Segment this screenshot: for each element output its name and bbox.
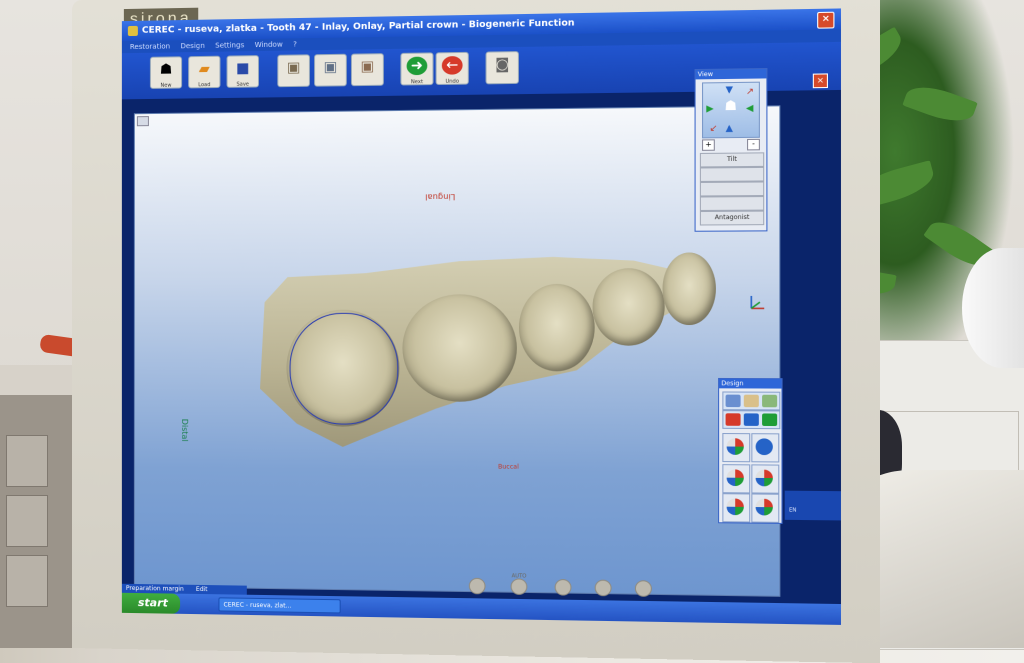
axis-gizmo-icon: [747, 294, 766, 313]
tool-icon[interactable]: [726, 395, 741, 408]
tooth-45: [519, 284, 595, 372]
design-panel: Design: [718, 378, 782, 524]
model-icon: ▣: [283, 58, 303, 77]
tooth-icon: ☗: [156, 60, 176, 78]
tooth-46: [402, 294, 516, 402]
arrow-up-icon[interactable]: ▲: [726, 125, 733, 134]
tool-icon[interactable]: [762, 413, 777, 426]
design-tools-row-2: [722, 410, 780, 429]
monitor-control-buttons: AUTO: [458, 571, 733, 606]
window-title: CEREC - ruseva, zlatka - Tooth 47 - Inla…: [142, 18, 575, 36]
start-button[interactable]: start: [122, 593, 180, 614]
menu-help[interactable]: ?: [293, 40, 297, 48]
load-button[interactable]: ▰ Load: [188, 56, 220, 89]
design-panel-title: Design: [719, 379, 781, 389]
floppy-icon: ■: [233, 59, 253, 77]
undo-button[interactable]: ← Undo: [436, 52, 469, 85]
preparation-margin-line[interactable]: [290, 313, 399, 425]
folder-icon: ▰: [194, 60, 214, 78]
monitor-button[interactable]: [555, 579, 572, 596]
tooth-43: [663, 252, 716, 325]
arrow-left-icon[interactable]: ◀: [746, 105, 753, 114]
tooth-icon: ☗: [724, 102, 737, 111]
tool-icon[interactable]: [744, 395, 759, 408]
model-icon: ▣: [320, 58, 340, 77]
scan-button[interactable]: ◙: [486, 51, 519, 84]
arrow-right-icon[interactable]: ▶: [706, 105, 713, 114]
arrow-diagonal-icon[interactable]: ↗: [746, 88, 754, 97]
next-button[interactable]: ➜ Next: [400, 52, 433, 85]
tilt-button[interactable]: Tilt: [700, 152, 764, 167]
position-tool-button[interactable]: [751, 493, 779, 522]
menu-restoration[interactable]: Restoration: [130, 42, 170, 51]
zoom-in-button[interactable]: +: [702, 139, 715, 151]
drawer: [6, 555, 48, 607]
model-button-2[interactable]: ▣: [314, 54, 347, 87]
edit-label[interactable]: Edit: [196, 586, 208, 593]
camera-icon: ◙: [492, 55, 513, 74]
monitor-button[interactable]: [595, 580, 612, 597]
lingual-label: Lingual: [425, 192, 455, 201]
new-button[interactable]: ☗ New: [150, 56, 182, 89]
menu-design[interactable]: Design: [180, 42, 204, 50]
drawer: [6, 495, 48, 547]
rotate-ring-icon: [727, 498, 744, 515]
save-button[interactable]: ■ Save: [227, 55, 259, 88]
tool-icon[interactable]: [762, 395, 777, 408]
monitor: sirona CEREC - ruseva, zlatka - Tooth 47…: [72, 0, 880, 663]
arrow-diagonal-icon[interactable]: ↙: [709, 125, 717, 134]
menu-window[interactable]: Window: [255, 41, 283, 50]
taskbar-item-cerec[interactable]: CEREC - ruseva, zlat...: [218, 597, 340, 613]
distal-label: Distal: [180, 419, 189, 442]
view-orientation-widget[interactable]: ▼ ↗ ▶ ◀ ☗ ▲ ↙: [702, 82, 760, 139]
arrow-right-icon: ➜: [407, 57, 428, 76]
monitor-auto-button[interactable]: AUTO: [511, 578, 528, 595]
screen: CEREC - ruseva, zlatka - Tooth 47 - Inla…: [122, 8, 841, 624]
tool-icon[interactable]: [726, 413, 741, 426]
menu-settings[interactable]: Settings: [215, 41, 244, 50]
position-ring-icon: [756, 499, 773, 516]
view-button-4[interactable]: [700, 196, 764, 211]
form-ring-icon: [727, 469, 744, 486]
drop-tool-button[interactable]: [751, 433, 779, 462]
model-icon: ▣: [357, 57, 378, 76]
viewport-menu-icon[interactable]: [137, 116, 149, 126]
antagonist-button[interactable]: Antagonist: [700, 211, 764, 226]
view-button-3[interactable]: [700, 181, 764, 196]
language-indicator[interactable]: EN: [789, 507, 796, 513]
app-icon: [128, 25, 138, 35]
design-tools-row-1: [722, 391, 780, 410]
rotate-tool-button[interactable]: [722, 493, 750, 522]
drop-icon: [756, 438, 773, 455]
document-close-button[interactable]: ×: [813, 73, 828, 88]
preparation-margin-label: Preparation margin: [126, 585, 184, 593]
form-tool-button[interactable]: [722, 464, 750, 493]
model-button-1[interactable]: ▣: [277, 54, 310, 87]
shape-tool-button[interactable]: [722, 433, 750, 462]
view-panel: View ▼ ↗ ▶ ◀ ☗ ▲ ↙ + - Tilt Antagonist: [695, 68, 768, 232]
3d-viewport[interactable]: Lingual Distal Buccal: [134, 105, 781, 597]
view-button-2[interactable]: [700, 167, 764, 182]
scale-ring-icon: [756, 470, 773, 487]
drawer: [6, 435, 48, 487]
tool-icon[interactable]: [744, 413, 759, 426]
monitor-button[interactable]: [469, 578, 486, 595]
system-tray: EN: [785, 491, 841, 521]
monitor-power-button[interactable]: [635, 580, 652, 597]
arrow-down-icon[interactable]: ▼: [726, 86, 733, 95]
arrow-left-icon: ←: [442, 56, 463, 75]
shape-ring-icon: [727, 438, 744, 455]
scale-tool-button[interactable]: [751, 464, 779, 493]
view-panel-title: View: [696, 69, 767, 79]
tooth-44: [593, 268, 665, 346]
zoom-out-button[interactable]: -: [747, 139, 760, 151]
dental-scan-model[interactable]: [251, 221, 742, 481]
window-close-button[interactable]: ×: [817, 12, 834, 29]
model-button-3[interactable]: ▣: [351, 53, 384, 86]
